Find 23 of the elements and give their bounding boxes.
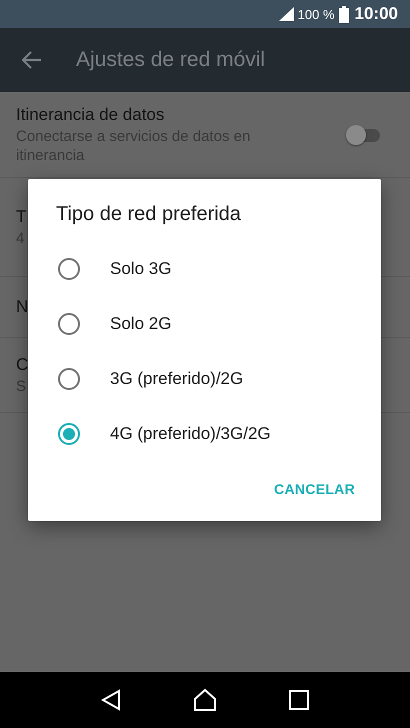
option-label[interactable]: 4G (preferido)/3G/2G	[110, 424, 271, 444]
setting-title: N	[16, 297, 28, 317]
back-icon[interactable]	[101, 689, 121, 711]
setting-title: C	[16, 354, 28, 374]
battery-percent: 100 %	[298, 6, 335, 22]
back-arrow-icon[interactable]	[22, 51, 42, 69]
radio-button[interactable]	[58, 422, 80, 444]
recent-apps-icon[interactable]	[289, 690, 309, 710]
radio-button[interactable]	[58, 258, 80, 280]
radio-button[interactable]	[58, 368, 80, 390]
battery-icon	[338, 6, 349, 22]
screen-title: Ajustes de red móvil	[76, 48, 266, 72]
option-label[interactable]: 3G (preferido)/2G	[110, 368, 244, 388]
signal-icon	[278, 7, 294, 21]
toggle-switch[interactable]	[346, 124, 382, 146]
clock-time: 10:00	[354, 4, 398, 24]
setting-title: T	[16, 206, 26, 226]
radio-button[interactable]	[58, 312, 80, 334]
option-label[interactable]: Solo 3G	[110, 258, 172, 278]
dialog-title: Tipo de red preferida	[56, 203, 242, 226]
setting-title: Itinerancia de datos	[16, 104, 164, 124]
option-label[interactable]: Solo 2G	[110, 314, 172, 334]
home-icon[interactable]	[193, 688, 217, 712]
